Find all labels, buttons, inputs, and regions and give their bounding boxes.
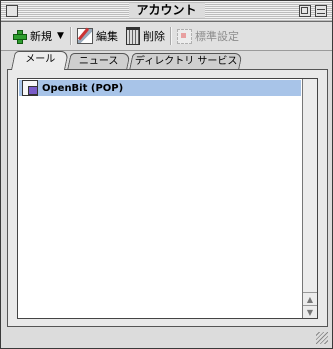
vertical-scrollbar[interactable]: ▲ ▼ bbox=[302, 79, 317, 318]
new-button-label: 新規 bbox=[30, 30, 52, 43]
list-item[interactable]: OpenBit (POP) bbox=[19, 80, 301, 96]
resize-grip-icon[interactable] bbox=[316, 332, 328, 344]
default-account-icon bbox=[177, 28, 192, 44]
tab-news-label: ニュース bbox=[79, 56, 119, 67]
tab-directory-services-label: ディレクトリ サービス bbox=[134, 56, 238, 67]
scroll-up-arrow-icon[interactable]: ▲ bbox=[303, 292, 317, 306]
edit-icon bbox=[77, 28, 93, 44]
trash-icon bbox=[126, 27, 140, 45]
zoom-box-icon[interactable] bbox=[299, 5, 311, 17]
account-list[interactable]: OpenBit (POP) ▲ ▼ bbox=[17, 78, 318, 319]
scroll-down-arrow-icon[interactable]: ▼ bbox=[303, 305, 317, 319]
set-default-button-label: 標準設定 bbox=[195, 30, 239, 43]
tab-directory-services[interactable]: ディレクトリ サービス bbox=[129, 53, 243, 69]
mail-account-icon bbox=[22, 80, 38, 96]
toolbar: 新規 ▼ 編集 削除 標準設定 bbox=[1, 22, 332, 51]
set-default-button[interactable]: 標準設定 bbox=[177, 27, 239, 45]
toolbar-divider bbox=[170, 27, 172, 45]
tab-mail-label: メール bbox=[25, 54, 56, 65]
collapse-box-icon[interactable] bbox=[315, 5, 327, 17]
delete-button-label: 削除 bbox=[143, 30, 165, 43]
tab-news[interactable]: ニュース bbox=[67, 53, 131, 69]
delete-button[interactable]: 削除 bbox=[126, 27, 165, 45]
plus-icon bbox=[11, 28, 27, 44]
toolbar-divider bbox=[70, 27, 72, 45]
accounts-window: アカウント 新規 ▼ 編集 削除 標準設定 メール ニュース ディレクトリ サー… bbox=[0, 0, 333, 349]
window-title: アカウント bbox=[128, 3, 205, 18]
account-name: OpenBit (POP) bbox=[42, 82, 124, 94]
tab-mail[interactable]: メール bbox=[10, 51, 70, 70]
tab-panel: OpenBit (POP) ▲ ▼ bbox=[7, 69, 328, 327]
close-box-icon[interactable] bbox=[6, 5, 18, 17]
new-button[interactable]: 新規 ▼ bbox=[11, 27, 64, 45]
title-bar[interactable]: アカウント bbox=[1, 1, 332, 22]
edit-button[interactable]: 編集 bbox=[77, 27, 118, 45]
dropdown-arrow-icon[interactable]: ▼ bbox=[57, 31, 64, 41]
edit-button-label: 編集 bbox=[96, 30, 118, 43]
